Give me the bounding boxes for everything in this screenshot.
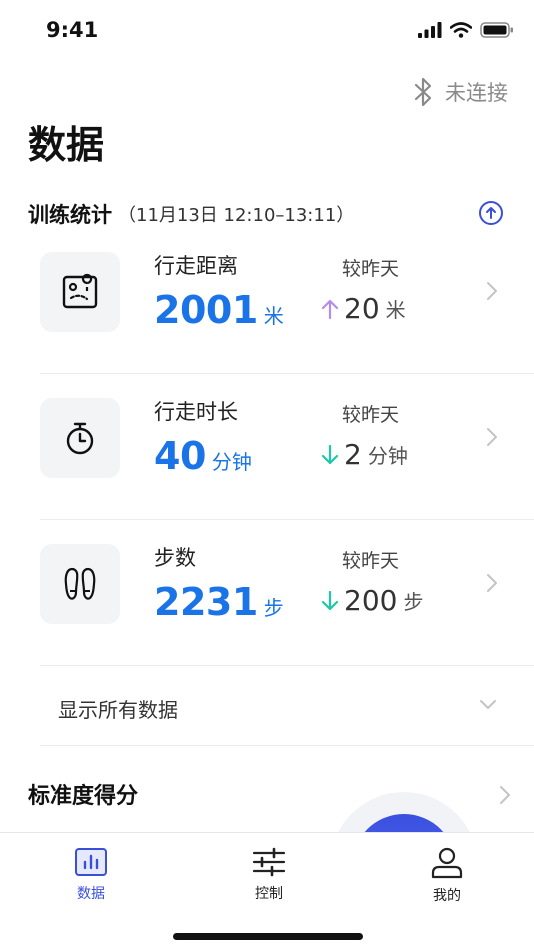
stat-row-distance[interactable]: 行走距离 2001 米 较昨天 20 米 bbox=[40, 228, 534, 374]
arrow-down-icon bbox=[321, 444, 339, 464]
compare-group: 200 步 bbox=[318, 584, 423, 617]
upload-button[interactable] bbox=[476, 198, 506, 228]
wifi-icon bbox=[450, 22, 472, 38]
tab-label: 我的 bbox=[433, 888, 461, 904]
training-stats-title: 训练统计 bbox=[28, 203, 112, 227]
tab-label: 控制 bbox=[255, 886, 283, 902]
arrow-up-icon bbox=[321, 299, 339, 319]
stat-icon-box bbox=[40, 544, 120, 624]
stat-value-group: 40 分钟 bbox=[154, 434, 252, 478]
compare-group: 2 分钟 bbox=[318, 438, 408, 471]
status-time: 9:41 bbox=[46, 18, 99, 42]
stat-label: 行走时长 bbox=[154, 400, 238, 424]
arrow-down-icon bbox=[321, 590, 339, 610]
compare-value: 2 bbox=[344, 438, 362, 471]
battery-icon bbox=[480, 22, 513, 38]
tab-data[interactable]: 数据 bbox=[31, 847, 151, 907]
user-icon bbox=[431, 847, 463, 879]
compare-value: 20 bbox=[344, 292, 380, 325]
training-stats-header: 训练统计 （11月13日 12:10–13:11） bbox=[28, 198, 506, 230]
chevron-right-icon bbox=[487, 282, 497, 300]
compare-unit: 分钟 bbox=[367, 444, 408, 468]
stat-unit: 米 bbox=[263, 304, 284, 328]
training-stats-time-range: （11月13日 12:10–13:11） bbox=[118, 205, 355, 226]
compare-unit: 步 bbox=[403, 590, 424, 614]
bluetooth-status-label: 未连接 bbox=[445, 81, 508, 105]
stat-unit: 步 bbox=[263, 596, 284, 620]
show-all-data-toggle[interactable]: 显示所有数据 bbox=[40, 666, 534, 746]
compare-label: 较昨天 bbox=[342, 258, 400, 280]
compare-label: 较昨天 bbox=[342, 404, 400, 426]
tab-control[interactable]: 控制 bbox=[209, 847, 329, 907]
compare-value: 200 bbox=[344, 584, 398, 617]
footprints-icon bbox=[64, 567, 96, 600]
chevron-down-icon bbox=[480, 700, 496, 709]
stat-unit: 分钟 bbox=[211, 450, 252, 474]
status-icons bbox=[418, 22, 514, 38]
stat-value-group: 2231 步 bbox=[154, 580, 284, 624]
stat-label: 步数 bbox=[154, 546, 196, 570]
stat-value: 2001 bbox=[154, 288, 258, 332]
bluetooth-icon bbox=[414, 77, 432, 107]
tab-profile[interactable]: 我的 bbox=[387, 847, 507, 907]
stat-label: 行走距离 bbox=[154, 254, 238, 278]
stat-value: 2231 bbox=[154, 580, 258, 624]
upload-icon bbox=[479, 201, 503, 225]
compare-group: 20 米 bbox=[318, 292, 406, 325]
tab-label: 数据 bbox=[77, 886, 105, 902]
chevron-right-icon bbox=[487, 428, 497, 446]
map-icon bbox=[62, 273, 98, 309]
compare-label: 较昨天 bbox=[342, 550, 400, 572]
stat-icon-box bbox=[40, 398, 120, 478]
score-title: 标准度得分 bbox=[28, 784, 139, 809]
stopwatch-icon bbox=[66, 422, 94, 455]
cellular-signal-icon bbox=[418, 22, 442, 38]
stat-value: 40 bbox=[154, 434, 206, 478]
stat-row-duration[interactable]: 行走时长 40 分钟 较昨天 2 分钟 bbox=[40, 374, 534, 520]
chevron-right-icon bbox=[500, 786, 510, 804]
page-title: 数据 bbox=[28, 123, 105, 167]
stat-row-steps[interactable]: 步数 2231 步 较昨天 200 步 bbox=[40, 520, 534, 666]
stat-value-group: 2001 米 bbox=[154, 288, 284, 332]
sliders-icon bbox=[252, 847, 286, 877]
status-bar: 9:41 bbox=[0, 0, 534, 60]
bar-chart-icon bbox=[75, 848, 107, 876]
chevron-right-icon bbox=[487, 574, 497, 592]
bluetooth-status[interactable]: 未连接 bbox=[413, 76, 508, 108]
show-all-data-label: 显示所有数据 bbox=[58, 698, 178, 722]
home-indicator bbox=[173, 933, 363, 940]
stat-icon-box bbox=[40, 252, 120, 332]
compare-unit: 米 bbox=[385, 298, 406, 322]
